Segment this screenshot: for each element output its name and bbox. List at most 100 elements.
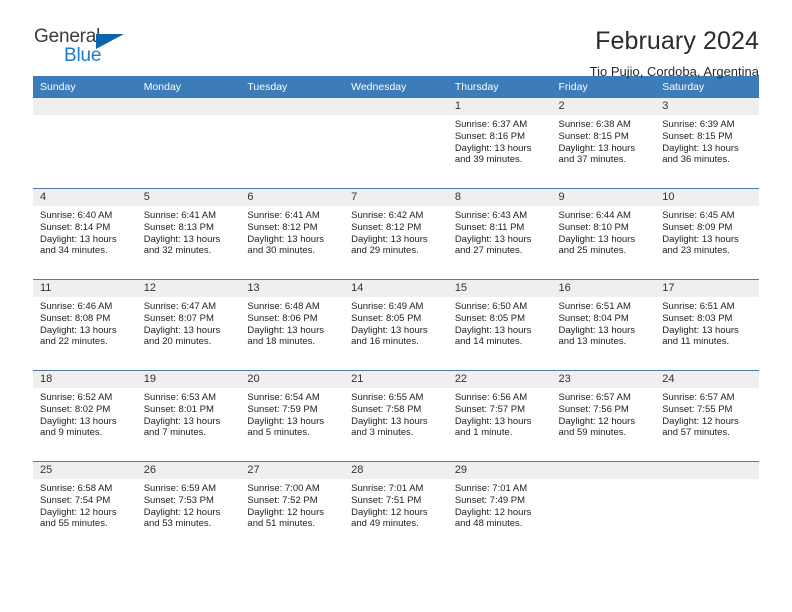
calendar-week-row: 25 Sunrise: 6:58 AM Sunset: 7:54 PM Dayligh…: [33, 461, 759, 552]
calendar-day-cell[interactable]: 1 Sunrise: 6:37 AM Sunset: 8:16 PM Daylight…: [447, 98, 552, 189]
sunrise-text: Sunrise: 6:43 AM: [454, 210, 528, 221]
sunset-text: Sunset: 8:08 PM: [40, 312, 111, 324]
sunrise-text: Sunrise: 6:45 AM: [662, 210, 735, 221]
calendar-day-cell[interactable]: 4 Sunrise: 6:40 AM Sunset: 8:14 PM Daylight…: [33, 188, 137, 280]
calendar-day-cell[interactable]: 22 Sunrise: 6:56 AM Sunset: 7:57 PM Dayligh…: [447, 370, 552, 462]
calendar-day-cell[interactable]: 17 Sunrise: 6:51 AM Sunset: 8:03 PM Dayligh…: [655, 279, 759, 371]
calendar-day-cell[interactable]: 20 Sunrise: 6:54 AM Sunset: 7:59 PM Dayligh…: [240, 370, 345, 462]
calendar-day-cell[interactable]: 21 Sunrise: 6:55 AM Sunset: 7:58 PM Dayligh…: [344, 370, 448, 462]
calendar-day-cell[interactable]: 24 Sunrise: 6:57 AM Sunset: 7:55 PM Dayligh…: [655, 370, 759, 462]
sunrise-text: Sunrise: 6:46 AM: [40, 301, 113, 312]
daylight-text-line2: and 36 minutes.: [662, 154, 730, 166]
day-box: 13 Sunrise: 6:48 AM Sunset: 8:06 PM Dayligh…: [240, 280, 345, 370]
day-sun-info: Sunrise: 6:53 AM Sunset: 8:01 PM Daylight:…: [137, 388, 241, 439]
calendar-day-cell[interactable]: 3 Sunrise: 6:39 AM Sunset: 8:15 PM Daylight…: [655, 98, 759, 189]
day-sun-info: Sunrise: 7:01 AM Sunset: 7:49 PM Daylight:…: [448, 479, 552, 530]
day-box: 7 Sunrise: 6:42 AM Sunset: 8:12 PM Daylight…: [344, 189, 448, 279]
calendar-day-cell[interactable]: 11 Sunrise: 6:46 AM Sunset: 8:08 PM Dayligh…: [33, 279, 137, 371]
day-box: [240, 98, 345, 188]
daylight-text-line2: and 29 minutes.: [351, 245, 419, 257]
sunset-text: Sunset: 8:12 PM: [351, 221, 422, 233]
sunset-text: Sunset: 8:06 PM: [247, 312, 318, 324]
daylight-text-line2: and 16 minutes.: [351, 336, 419, 348]
sunset-text: Sunset: 7:49 PM: [454, 494, 526, 506]
sunset-text: Sunset: 8:02 PM: [40, 403, 111, 415]
sunrise-text: Sunrise: 6:53 AM: [143, 392, 217, 403]
daylight-text-line1: Daylight: 13 hours: [662, 142, 739, 154]
calendar-day-cell[interactable]: 13 Sunrise: 6:48 AM Sunset: 8:06 PM Dayligh…: [240, 279, 345, 371]
day-number: 16: [551, 280, 656, 297]
daylight-text-line1: Daylight: 12 hours: [247, 506, 324, 518]
day-sun-info: Sunrise: 7:00 AM Sunset: 7:52 PM Daylight:…: [240, 479, 344, 530]
calendar-day-cell[interactable]: 27 Sunrise: 7:00 AM Sunset: 7:52 PM Dayligh…: [240, 461, 345, 552]
day-number: 1: [447, 98, 552, 115]
calendar-day-cell[interactable]: 6 Sunrise: 6:41 AM Sunset: 8:12 PM Daylight…: [240, 188, 345, 280]
day-box: [655, 462, 759, 552]
daylight-text-line2: and 39 minutes.: [454, 154, 523, 166]
day-number: 23: [551, 371, 656, 388]
day-number: 8: [447, 189, 552, 206]
calendar-day-cell[interactable]: 2 Sunrise: 6:38 AM Sunset: 8:15 PM Daylight…: [551, 98, 656, 189]
calendar-day-cell[interactable]: 16 Sunrise: 6:51 AM Sunset: 8:04 PM Dayligh…: [551, 279, 656, 371]
calendar-day-cell[interactable]: 18 Sunrise: 6:52 AM Sunset: 8:02 PM Dayligh…: [33, 370, 137, 462]
calendar-day-cell[interactable]: 15 Sunrise: 6:50 AM Sunset: 8:05 PM Dayligh…: [447, 279, 552, 371]
calendar-day-cell[interactable]: 5 Sunrise: 6:41 AM Sunset: 8:13 PM Daylight…: [136, 188, 241, 280]
daylight-text-line1: Daylight: 13 hours: [454, 415, 532, 427]
day-box: 16 Sunrise: 6:51 AM Sunset: 8:04 PM Dayligh…: [551, 280, 656, 370]
day-sun-info: Sunrise: 6:52 AM Sunset: 8:02 PM Daylight:…: [33, 388, 137, 439]
daylight-text-line1: Daylight: 13 hours: [558, 324, 636, 336]
day-box: 12 Sunrise: 6:47 AM Sunset: 8:07 PM Dayligh…: [136, 280, 241, 370]
day-box: 21 Sunrise: 6:55 AM Sunset: 7:58 PM Dayligh…: [344, 371, 448, 461]
sunrise-text: Sunrise: 6:52 AM: [40, 392, 113, 403]
calendar-day-cell[interactable]: 26 Sunrise: 6:59 AM Sunset: 7:53 PM Dayligh…: [136, 461, 241, 552]
calendar-day-cell[interactable]: 10 Sunrise: 6:45 AM Sunset: 8:09 PM Dayligh…: [655, 188, 759, 280]
sunset-text: Sunset: 8:03 PM: [662, 312, 733, 324]
day-sun-info: Sunrise: 6:46 AM Sunset: 8:08 PM Daylight:…: [33, 297, 137, 348]
calendar-day-cell[interactable]: 12 Sunrise: 6:47 AM Sunset: 8:07 PM Dayligh…: [136, 279, 241, 371]
calendar-day-cell[interactable]: 29 Sunrise: 7:01 AM Sunset: 7:49 PM Dayligh…: [447, 461, 552, 552]
calendar-day-cell[interactable]: 14 Sunrise: 6:49 AM Sunset: 8:05 PM Dayligh…: [344, 279, 448, 371]
day-number: 21: [344, 371, 448, 388]
day-sun-info: Sunrise: 6:43 AM Sunset: 8:11 PM Daylight:…: [448, 206, 552, 257]
daylight-text-line1: Daylight: 12 hours: [558, 415, 636, 427]
calendar-day-cell[interactable]: 9 Sunrise: 6:44 AM Sunset: 8:10 PM Daylight…: [551, 188, 656, 280]
day-sun-info: Sunrise: 6:49 AM Sunset: 8:05 PM Daylight:…: [344, 297, 448, 348]
page-title: February 2024: [595, 27, 759, 55]
day-number: 22: [447, 371, 552, 388]
day-number: 24: [655, 371, 759, 388]
calendar-day-cell[interactable]: 8 Sunrise: 6:43 AM Sunset: 8:11 PM Daylight…: [447, 188, 552, 280]
calendar-week-row: 4 Sunrise: 6:40 AM Sunset: 8:14 PM Daylight…: [33, 188, 759, 280]
day-sun-info: Sunrise: 6:42 AM Sunset: 8:12 PM Daylight:…: [344, 206, 448, 257]
day-number: 28: [344, 462, 448, 479]
calendar-day-cell[interactable]: 25 Sunrise: 6:58 AM Sunset: 7:54 PM Dayligh…: [33, 461, 137, 552]
daylight-text-line2: and 22 minutes.: [40, 336, 108, 348]
calendar-empty-cell: [551, 461, 656, 552]
day-box: 2 Sunrise: 6:38 AM Sunset: 8:15 PM Daylight…: [551, 98, 656, 188]
calendar-day-cell[interactable]: 28 Sunrise: 7:01 AM Sunset: 7:51 PM Dayligh…: [344, 461, 448, 552]
sunset-text: Sunset: 8:15 PM: [558, 130, 629, 142]
calendar-day-cell[interactable]: 23 Sunrise: 6:57 AM Sunset: 7:56 PM Dayligh…: [551, 370, 656, 462]
calendar-day-cell[interactable]: 7 Sunrise: 6:42 AM Sunset: 8:12 PM Daylight…: [344, 188, 448, 280]
generalblue-logo[interactable]: General Blue: [33, 26, 145, 72]
calendar-empty-cell: [655, 461, 759, 552]
sunset-text: Sunset: 8:13 PM: [143, 221, 214, 233]
calendar-day-cell[interactable]: 19 Sunrise: 6:53 AM Sunset: 8:01 PM Dayligh…: [136, 370, 241, 462]
daylight-text-line2: and 1 minute.: [454, 427, 513, 439]
daylight-text-line2: and 55 minutes.: [40, 518, 108, 530]
sunrise-text: Sunrise: 6:40 AM: [40, 210, 113, 221]
daylight-text-line2: and 49 minutes.: [351, 518, 419, 530]
day-sun-info: Sunrise: 6:48 AM Sunset: 8:06 PM Daylight:…: [240, 297, 344, 348]
day-box: 27 Sunrise: 7:00 AM Sunset: 7:52 PM Dayligh…: [240, 462, 345, 552]
sunset-text: Sunset: 7:55 PM: [662, 403, 733, 415]
daylight-text-line2: and 53 minutes.: [143, 518, 212, 530]
sunset-text: Sunset: 8:05 PM: [454, 312, 526, 324]
day-number: 13: [240, 280, 345, 297]
weekday-header-wednesday: Wednesday: [344, 76, 448, 98]
daylight-text-line2: and 5 minutes.: [247, 427, 310, 439]
day-number: 7: [344, 189, 448, 206]
sunrise-text: Sunrise: 6:57 AM: [558, 392, 631, 403]
calendar-body: 1 Sunrise: 6:37 AM Sunset: 8:16 PM Daylight…: [33, 98, 759, 552]
sunrise-text: Sunrise: 6:39 AM: [662, 119, 735, 130]
daylight-text-line1: Daylight: 12 hours: [454, 506, 532, 518]
sunset-text: Sunset: 7:51 PM: [351, 494, 422, 506]
